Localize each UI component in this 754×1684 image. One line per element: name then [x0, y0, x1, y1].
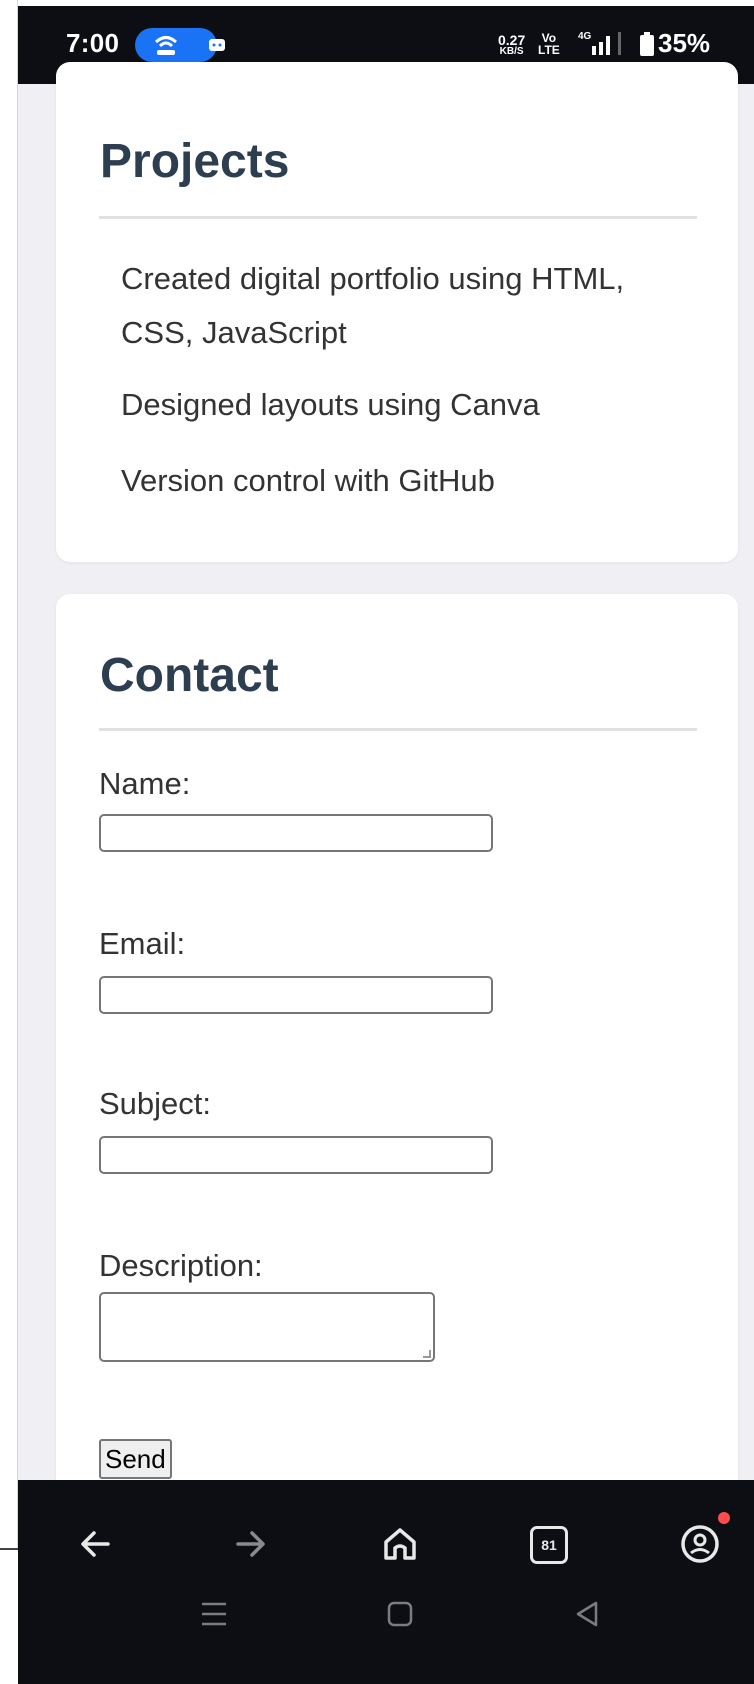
network-speed: 0.27 KB/S: [498, 33, 525, 58]
name-field[interactable]: [99, 814, 493, 852]
notification-dot: [718, 1512, 730, 1524]
recent-apps-icon[interactable]: [196, 1598, 232, 1630]
edge-line: [0, 1548, 18, 1550]
network-type: 4G: [578, 31, 592, 42]
send-button[interactable]: Send: [99, 1439, 172, 1479]
forward-arrow-icon[interactable]: [222, 1516, 278, 1572]
browser-toolbar: 81: [18, 1480, 754, 1684]
signal-icon: 4G: [578, 31, 621, 55]
back-arrow-icon[interactable]: [68, 1516, 124, 1572]
projects-divider: [99, 216, 697, 219]
description-field[interactable]: [99, 1292, 435, 1362]
subject-field[interactable]: [99, 1136, 493, 1174]
email-label: Email:: [99, 926, 186, 961]
battery-percent: 35%: [658, 28, 711, 58]
back-triangle-icon[interactable]: [570, 1598, 606, 1630]
account-icon[interactable]: [672, 1516, 728, 1572]
status-pill[interactable]: [135, 28, 225, 62]
contact-card: Contact Name: Email: Subject: Descriptio…: [56, 594, 738, 1494]
project-item: CSS, JavaScript: [121, 315, 347, 350]
android-icon: [209, 39, 225, 51]
subject-label: Subject:: [99, 1086, 212, 1121]
resize-grip-icon[interactable]: [423, 1350, 431, 1358]
volte-bottom: LTE: [538, 43, 560, 57]
project-item: Designed layouts using Canva: [121, 387, 540, 422]
home-icon[interactable]: [372, 1516, 428, 1572]
project-item: Version control with GitHub: [121, 463, 495, 498]
tab-switcher-icon[interactable]: 81: [530, 1526, 568, 1564]
email-field[interactable]: [99, 976, 493, 1014]
battery-icon: [640, 32, 654, 56]
description-label: Description:: [99, 1248, 263, 1283]
hotspot-icon: [154, 36, 178, 55]
left-border: [0, 0, 18, 1684]
network-speed-unit: KB/S: [499, 46, 524, 57]
contact-divider: [99, 728, 697, 731]
volte-indicator: Vo LTE: [538, 32, 560, 56]
home-square-icon[interactable]: [382, 1598, 418, 1630]
status-time: 7:00: [66, 28, 120, 58]
contact-title: Contact: [100, 649, 279, 702]
project-item: Created digital portfolio using HTML,: [121, 261, 625, 296]
name-label: Name:: [99, 766, 191, 801]
projects-title: Projects: [100, 135, 290, 188]
projects-card: Projects Created digital portfolio using…: [56, 62, 738, 562]
